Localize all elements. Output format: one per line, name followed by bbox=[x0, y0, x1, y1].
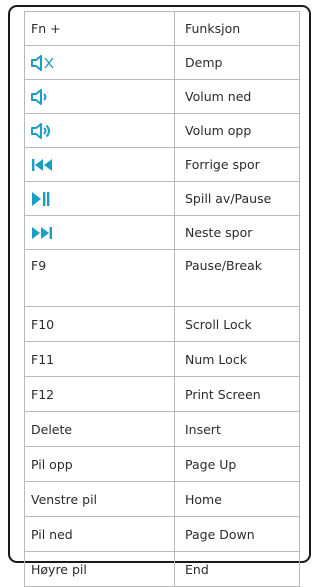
key-cell: Høyre pil bbox=[24, 551, 175, 587]
function-cell: Print Screen bbox=[174, 376, 300, 412]
function-cell: Volum ned bbox=[174, 79, 300, 114]
function-cell: Volum opp bbox=[174, 113, 300, 148]
function-cell: Spill av/Pause bbox=[174, 181, 300, 216]
volume-up-icon bbox=[31, 122, 53, 139]
header-key-cell: Fn + bbox=[24, 11, 175, 46]
key-cell: Pil opp bbox=[24, 446, 175, 482]
function-cell: End bbox=[174, 551, 300, 587]
function-cell: Page Down bbox=[174, 516, 300, 552]
key-cell bbox=[24, 147, 175, 182]
table-row: F11 Num Lock bbox=[24, 341, 300, 377]
function-cell: Home bbox=[174, 481, 300, 517]
function-cell: Scroll Lock bbox=[174, 306, 300, 342]
next-track-icon bbox=[31, 226, 53, 240]
key-cell: F9 bbox=[24, 249, 175, 307]
key-cell: Delete bbox=[24, 411, 175, 447]
key-cell: F10 bbox=[24, 306, 175, 342]
table-row: Demp bbox=[24, 45, 300, 80]
fn-key-table-card: Fn + Funksjon Demp Volum ned Volum opp F… bbox=[8, 5, 311, 587]
header-function-cell: Funksjon bbox=[174, 11, 300, 46]
key-cell bbox=[24, 215, 175, 250]
previous-track-icon bbox=[31, 158, 53, 172]
table-row: Høyre pil End bbox=[24, 551, 300, 587]
key-cell: F12 bbox=[24, 376, 175, 412]
table-row: Spill av/Pause bbox=[24, 181, 300, 216]
function-cell: Insert bbox=[174, 411, 300, 447]
key-cell bbox=[24, 181, 175, 216]
table-row: Forrige spor bbox=[24, 147, 300, 182]
table-row: Pil opp Page Up bbox=[24, 446, 300, 482]
function-cell: Demp bbox=[174, 45, 300, 80]
table-row: Volum ned bbox=[24, 79, 300, 114]
function-cell: Neste spor bbox=[174, 215, 300, 250]
key-cell bbox=[24, 79, 175, 114]
table-row: F12 Print Screen bbox=[24, 376, 300, 412]
table-row: F9 Pause/Break bbox=[24, 249, 300, 307]
volume-down-icon bbox=[31, 88, 51, 105]
table-header-row: Fn + Funksjon bbox=[24, 11, 300, 46]
function-cell: Num Lock bbox=[174, 341, 300, 377]
fn-key-table: Fn + Funksjon Demp Volum ned Volum opp F… bbox=[24, 11, 300, 587]
function-cell: Pause/Break bbox=[174, 249, 300, 307]
key-cell: Venstre pil bbox=[24, 481, 175, 517]
table-row: Delete Insert bbox=[24, 411, 300, 447]
key-cell bbox=[24, 45, 175, 80]
function-cell: Page Up bbox=[174, 446, 300, 482]
function-cell: Forrige spor bbox=[174, 147, 300, 182]
table-row: Pil ned Page Down bbox=[24, 516, 300, 552]
mute-icon bbox=[31, 54, 55, 71]
table-row: Volum opp bbox=[24, 113, 300, 148]
table-row: Neste spor bbox=[24, 215, 300, 250]
play-pause-icon bbox=[31, 191, 51, 207]
key-cell: F11 bbox=[24, 341, 175, 377]
key-cell: Pil ned bbox=[24, 516, 175, 552]
table-row: Venstre pil Home bbox=[24, 481, 300, 517]
table-row: F10 Scroll Lock bbox=[24, 306, 300, 342]
key-cell bbox=[24, 113, 175, 148]
